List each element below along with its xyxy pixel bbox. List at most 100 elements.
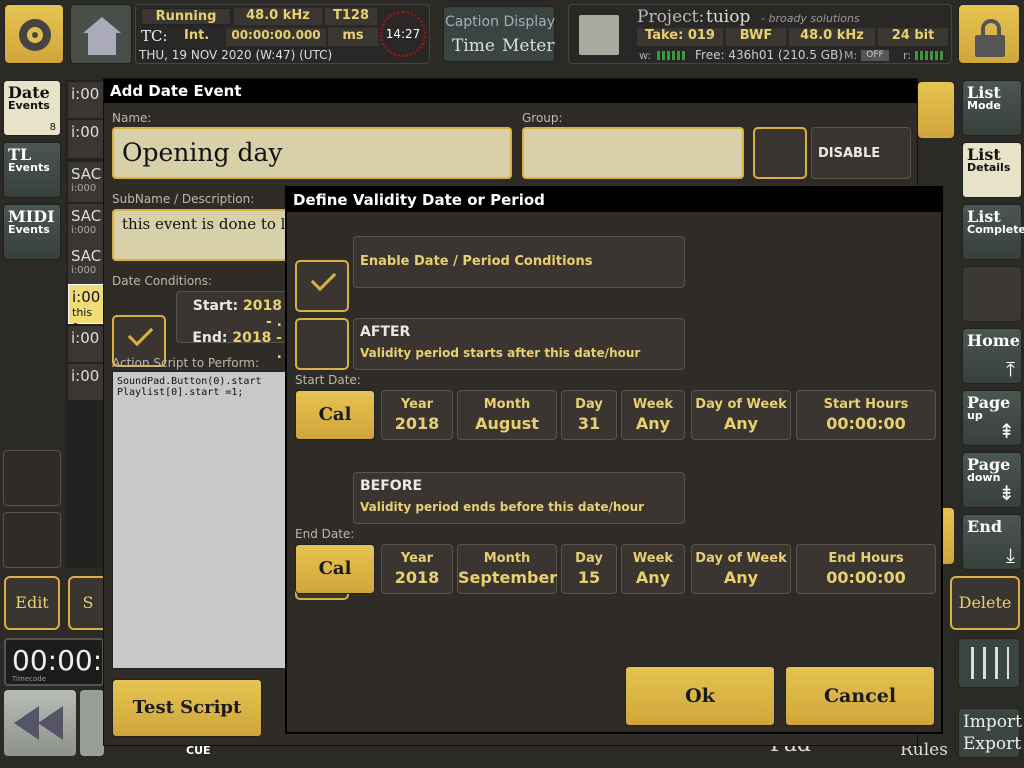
- list-item[interactable]: i:00: [68, 82, 106, 118]
- validity-dialog: Define Validity Date or Period Enable Da…: [285, 186, 943, 734]
- page-down-icon: ⇟: [998, 481, 1015, 505]
- import-export-button[interactable]: Import Export: [958, 708, 1022, 758]
- home-button[interactable]: [70, 4, 132, 64]
- end-cal-button[interactable]: Cal: [295, 544, 375, 594]
- end-day-of-week-field[interactable]: Day of Week Any: [691, 544, 791, 594]
- start-month-field[interactable]: Month August: [457, 390, 557, 440]
- page-down-button[interactable]: Page down ⇟: [962, 452, 1022, 508]
- date-range-summary[interactable]: Start: 2018 - . End: 2018 - .: [176, 291, 291, 362]
- sliders-icon: [971, 647, 1009, 679]
- start-year-field[interactable]: Year 2018: [381, 390, 453, 440]
- sidebar-sub: Details: [967, 161, 1011, 174]
- field-label: Day: [575, 397, 603, 412]
- end-year-field[interactable]: Year 2018: [381, 544, 453, 594]
- enable-conditions-checkbox[interactable]: [295, 260, 349, 312]
- after-checkbox[interactable]: [295, 318, 349, 370]
- start-cal-button[interactable]: Cal: [295, 390, 375, 440]
- field-value: Any: [635, 414, 671, 433]
- name-field[interactable]: Opening day: [112, 127, 512, 179]
- field-label: Day: [575, 551, 603, 566]
- settings-button[interactable]: [4, 4, 64, 64]
- list-item-title: SAC: [71, 165, 102, 183]
- mixer-button[interactable]: [958, 638, 1020, 688]
- sidebar-empty-slot[interactable]: [3, 512, 61, 568]
- timecode-display: 00:00: Timecode: [4, 638, 104, 686]
- list-item-title: i:00: [72, 288, 101, 306]
- list-item-selected[interactable]: i:00this e: [68, 284, 106, 332]
- disable-checkbox[interactable]: [753, 127, 807, 179]
- script-editor[interactable]: SoundPad.Button(0).start Playlist[0].sta…: [112, 371, 292, 669]
- field-value: 2018: [394, 568, 440, 587]
- timecode-readout: 00:00:00.000: [226, 28, 326, 46]
- arrow-top-icon: ⤒: [1006, 357, 1015, 381]
- sidebar-item-tl-events[interactable]: TL Events: [3, 142, 61, 198]
- sidebar-empty-slot[interactable]: [962, 266, 1022, 322]
- sidebar-sub: Complete: [967, 223, 1024, 236]
- home-nav-button[interactable]: Home ⤒: [962, 328, 1022, 384]
- end-end-hours-field[interactable]: End Hours 00:00:00: [796, 544, 936, 594]
- play-button[interactable]: [80, 690, 104, 756]
- field-value: 2018: [394, 414, 440, 433]
- start-label: Start:: [192, 298, 239, 314]
- sidebar-item-list-mode[interactable]: List Mode: [962, 80, 1022, 136]
- end-label: End:: [192, 330, 228, 346]
- page-up-icon: ⇞: [998, 419, 1015, 443]
- field-label: Month: [483, 397, 531, 412]
- sidebar-item-date-events[interactable]: Date Events 8: [3, 80, 61, 136]
- ok-button[interactable]: Ok: [625, 666, 775, 726]
- script-label: Action Script to Perform:: [112, 356, 260, 370]
- list-item-sub: i:000: [71, 265, 97, 276]
- group-field[interactable]: [522, 127, 744, 179]
- start-day-of-week-field[interactable]: Day of Week Any: [691, 390, 791, 440]
- before-desc: Validity period ends before this date/ho…: [360, 500, 645, 514]
- edit-button[interactable]: Edit: [4, 576, 60, 630]
- field-value: Any: [635, 568, 671, 587]
- delete-button[interactable]: Delete: [950, 576, 1020, 630]
- w-label: w:: [639, 49, 652, 62]
- list-item[interactable]: i:00: [68, 364, 106, 400]
- start-day-field[interactable]: Day 31: [561, 390, 617, 440]
- list-item[interactable]: SAC i:000: [68, 162, 106, 202]
- left-sidebar: Date Events 8 TL Events MIDI Events: [0, 76, 64, 571]
- end-nav-button[interactable]: End ⤓: [962, 514, 1022, 570]
- end-week-field[interactable]: Week Any: [621, 544, 685, 594]
- before-panel: BEFORE Validity period ends before this …: [353, 472, 685, 524]
- page-up-button[interactable]: Page up ⇞: [962, 390, 1022, 446]
- field-value: 15: [577, 568, 601, 587]
- folder-icon: [579, 15, 619, 55]
- name-label: Name:: [112, 111, 152, 125]
- run-status: Running: [141, 8, 231, 25]
- end-day-field[interactable]: Day 15: [561, 544, 617, 594]
- sidebar-item-midi-events[interactable]: MIDI Events: [3, 204, 61, 260]
- company-name: - broady solutions: [761, 12, 860, 25]
- list-item[interactable]: i:00: [68, 326, 106, 362]
- cancel-button[interactable]: Cancel: [785, 666, 935, 726]
- sidebar-item-list-complete[interactable]: List Complete: [962, 204, 1024, 260]
- test-script-button[interactable]: Test Script: [112, 679, 262, 737]
- field-value: Any: [723, 568, 759, 587]
- track-count: T128: [325, 8, 377, 25]
- grid-icon-button[interactable]: [918, 82, 954, 138]
- start-week-field[interactable]: Week Any: [621, 390, 685, 440]
- sidebar-item-list-details[interactable]: List Details: [962, 142, 1022, 198]
- sample-rate: 48.0 kHz: [234, 8, 322, 25]
- after-panel: AFTER Validity period starts after this …: [353, 318, 685, 370]
- home-icon: [83, 17, 121, 33]
- start-start-hours-field[interactable]: Start Hours 00:00:00: [796, 390, 936, 440]
- status-panel: Running 48.0 kHz T128 TC: Int. 00:00:00.…: [135, 4, 430, 64]
- s-button[interactable]: S: [68, 576, 108, 630]
- end-date-label: End Date:: [295, 527, 355, 541]
- field-label: Week: [632, 397, 674, 412]
- list-item[interactable]: i:00: [68, 120, 106, 158]
- w-meter: [657, 51, 687, 60]
- project-label: Project:: [637, 7, 705, 27]
- subname-field[interactable]: this event is done to la: [112, 209, 292, 261]
- list-item[interactable]: SAC i:000: [68, 204, 106, 244]
- end-nav-label: End: [967, 517, 1003, 536]
- caption-display-toggle[interactable]: Caption Display Time Meter: [443, 6, 555, 62]
- rewind-button[interactable]: [4, 690, 76, 756]
- end-month-field[interactable]: Month September: [457, 544, 557, 594]
- list-item[interactable]: SAC i:000: [68, 244, 106, 284]
- lock-button[interactable]: [958, 4, 1020, 64]
- sidebar-empty-slot[interactable]: [3, 450, 61, 506]
